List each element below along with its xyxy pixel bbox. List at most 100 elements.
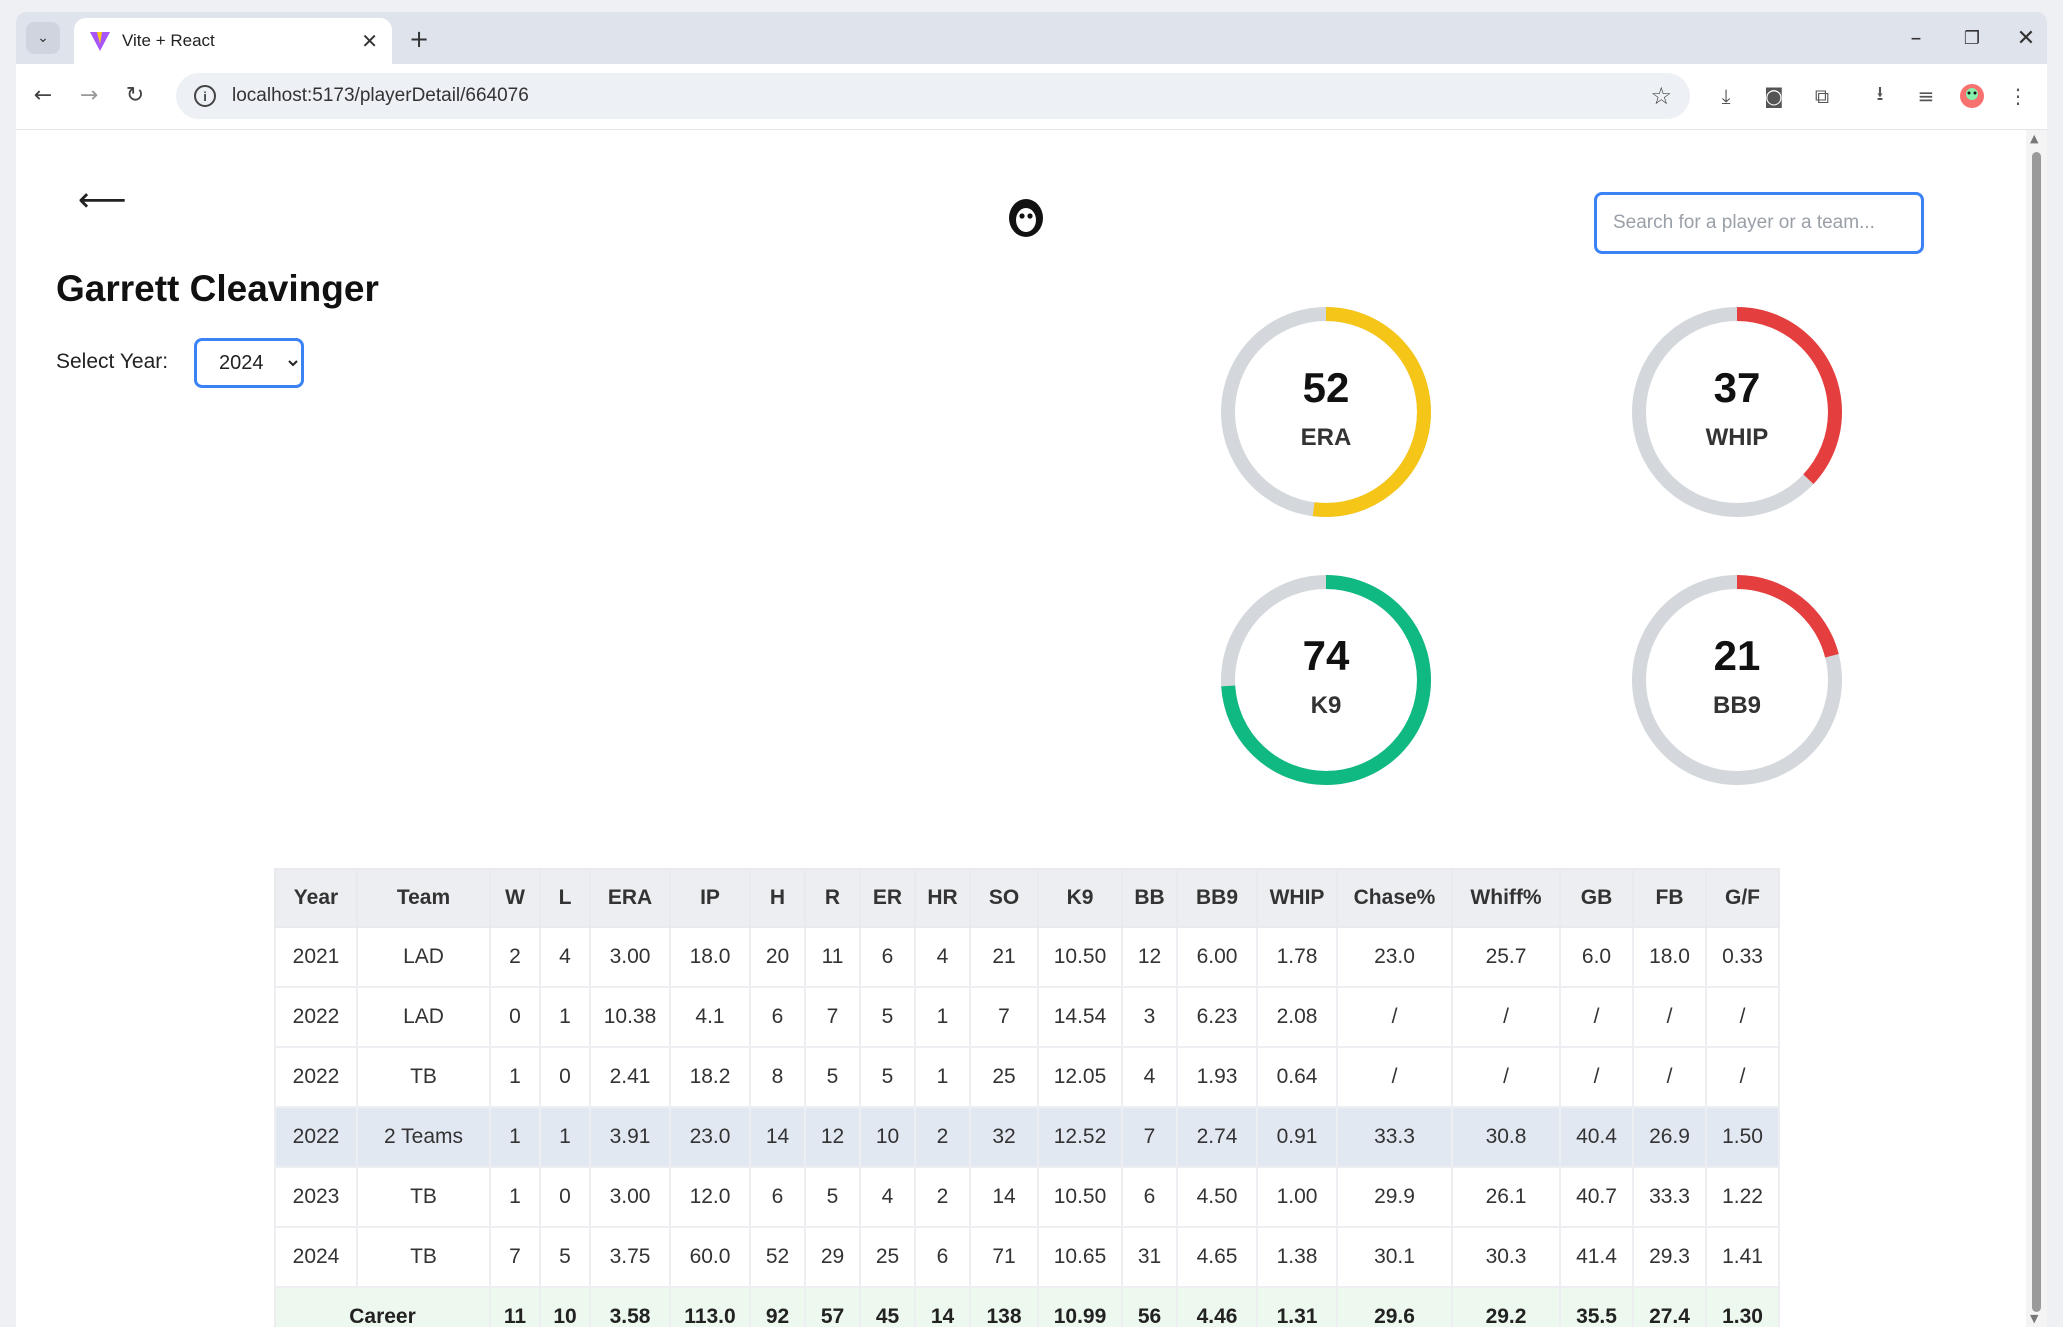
table-cell: 30.8 (1451, 1106, 1561, 1168)
table-cell: 6 (749, 1166, 806, 1228)
col-header: WHIP (1256, 868, 1338, 928)
close-tab-icon[interactable]: ✕ (361, 29, 378, 53)
browser-toolbar: ← → ↻ i localhost:5173/playerDetail/6640… (16, 64, 2047, 130)
table-row: 2023 TB 1 0 3.00 12.0 6 5 4 2 14 10.50 6 4.50 1.00 29.9… (274, 1166, 1780, 1228)
url-text: localhost:5173/playerDetail/664076 (232, 85, 529, 106)
table-cell: / (1336, 986, 1453, 1048)
page-scrollbar[interactable]: ▲ ▼ (2026, 130, 2047, 1327)
table-cell: 0.33 (1705, 926, 1780, 988)
career-label: Career (274, 1286, 491, 1327)
new-tab-icon[interactable]: + (404, 24, 434, 54)
table-cell: 33.3 (1336, 1106, 1453, 1168)
table-cell: 7 (969, 986, 1039, 1048)
table-cell: 52 (749, 1226, 806, 1288)
col-header: Year (274, 868, 358, 928)
table-cell: 4 (539, 926, 591, 988)
table-cell: 6 (859, 926, 916, 988)
table-cell: 14 (749, 1106, 806, 1168)
table-cell: 2022 (274, 1106, 358, 1168)
table-cell: 12.0 (669, 1166, 751, 1228)
browser-tab[interactable]: Vite + React ✕ (74, 18, 392, 64)
table-cell: 3.00 (589, 1166, 671, 1228)
vite-logo-icon (90, 32, 110, 51)
col-header: H (749, 868, 806, 928)
media-controls-icon[interactable]: ≡ (1910, 80, 1942, 112)
table-cell: 71 (969, 1226, 1039, 1288)
col-header: BB (1121, 868, 1178, 928)
close-window-icon[interactable]: ✕ (2006, 22, 2046, 54)
table-cell: 25 (969, 1046, 1039, 1108)
table-cell: 8 (749, 1046, 806, 1108)
app-logo-icon[interactable] (1004, 194, 1048, 242)
reload-icon[interactable]: ↻ (118, 78, 152, 112)
browser-menu-icon[interactable]: ⋮ (2002, 80, 2034, 112)
back-nav-icon[interactable]: ← (26, 78, 60, 112)
table-cell: 30.3 (1451, 1226, 1561, 1288)
col-header: Whiff% (1451, 868, 1561, 928)
col-header: R (804, 868, 861, 928)
back-arrow-icon[interactable]: ⟵ (78, 180, 127, 220)
table-cell: 2.08 (1256, 986, 1338, 1048)
address-bar[interactable]: i localhost:5173/playerDetail/664076 ☆ (176, 73, 1690, 119)
table-body: 2021 LAD 2 4 3.00 18.0 20 11 6 4 21 10.50 12 6.00 1.78… (274, 926, 1780, 1327)
extensions-puzzle-icon[interactable]: ⧉ (1806, 80, 1838, 112)
table-cell: 2.74 (1176, 1106, 1258, 1168)
forward-nav-icon[interactable]: → (72, 78, 106, 112)
scroll-up-icon[interactable]: ▲ (2030, 132, 2038, 145)
col-header: SO (969, 868, 1039, 928)
table-cell: TB (356, 1166, 491, 1228)
col-header: Team (356, 868, 491, 928)
gauge-value: 74 (1302, 632, 1350, 679)
restore-icon[interactable]: ❐ (1952, 22, 1992, 54)
table-cell: / (1559, 1046, 1634, 1108)
col-header: ERA (589, 868, 671, 928)
col-header: IP (669, 868, 751, 928)
table-cell: 1 (539, 1106, 591, 1168)
table-cell: / (1632, 1046, 1707, 1108)
table-cell: 10 (859, 1106, 916, 1168)
table-cell: 7 (1121, 1106, 1178, 1168)
tab-search-dropdown-icon[interactable]: ⌄ (26, 22, 60, 54)
table-cell: 6 (914, 1226, 971, 1288)
stats-table: Year Team W L ERA IP H R ER HR SO K9 BB … (274, 868, 1780, 1327)
minimize-icon[interactable]: – (1896, 22, 1936, 54)
whip-ring (1632, 307, 1842, 517)
search-input[interactable] (1594, 192, 1924, 254)
table-cell: 1 (914, 1046, 971, 1108)
table-header-row: Year Team W L ERA IP H R ER HR SO K9 BB … (274, 868, 1780, 928)
table-row: 2021 LAD 2 4 3.00 18.0 20 11 6 4 21 10.50 12 6.00 1.78… (274, 926, 1780, 988)
gauge-label: ERA (1300, 424, 1352, 451)
scrollbar-thumb[interactable] (2032, 152, 2041, 1312)
tab-title: Vite + React (122, 31, 215, 50)
downloads-icon[interactable]: ⭳ (1864, 80, 1896, 112)
table-cell: / (1559, 986, 1634, 1048)
table-cell: 27.4 (1632, 1286, 1707, 1327)
col-header: G/F (1705, 868, 1780, 928)
col-header: FB (1632, 868, 1707, 928)
download-extension-icon[interactable]: ⤓ (1710, 80, 1742, 112)
table-cell: 14 (969, 1166, 1039, 1228)
table-cell: 1.78 (1256, 926, 1338, 988)
career-row: Career 11 10 3.58 113.0 92 57 45 14 138 10.99 56 4.4… (274, 1286, 1780, 1327)
camera-icon[interactable]: ◙ (1758, 80, 1790, 112)
year-select[interactable]: 2024 (194, 338, 304, 388)
table-cell: 0 (539, 1166, 591, 1228)
gauge-value: 37 (1713, 364, 1761, 411)
scroll-down-icon[interactable]: ▼ (2030, 1312, 2038, 1325)
player-name: Garrett Cleavinger (56, 268, 379, 309)
table-cell: 1.31 (1256, 1286, 1338, 1327)
table-row: 2024 TB 7 5 3.75 60.0 52 29 25 6 71 10.65 31 4.65 1.38… (274, 1226, 1780, 1288)
table-cell: 2023 (274, 1166, 358, 1228)
profile-avatar-icon[interactable] (1956, 80, 1988, 112)
table-cell: 18.0 (1632, 926, 1707, 988)
table-cell: 29.6 (1336, 1286, 1453, 1327)
bb9-gauge: 21 BB9 (1627, 570, 1847, 790)
site-info-icon[interactable]: i (194, 85, 216, 107)
bookmark-star-icon[interactable]: ☆ (1650, 82, 1672, 110)
table-cell: 30.1 (1336, 1226, 1453, 1288)
table-cell: 3 (1121, 986, 1178, 1048)
table-cell: / (1451, 986, 1561, 1048)
table-cell: 11 (804, 926, 861, 988)
gauge-value: 52 (1302, 364, 1350, 411)
table-cell: 1.30 (1705, 1286, 1780, 1327)
